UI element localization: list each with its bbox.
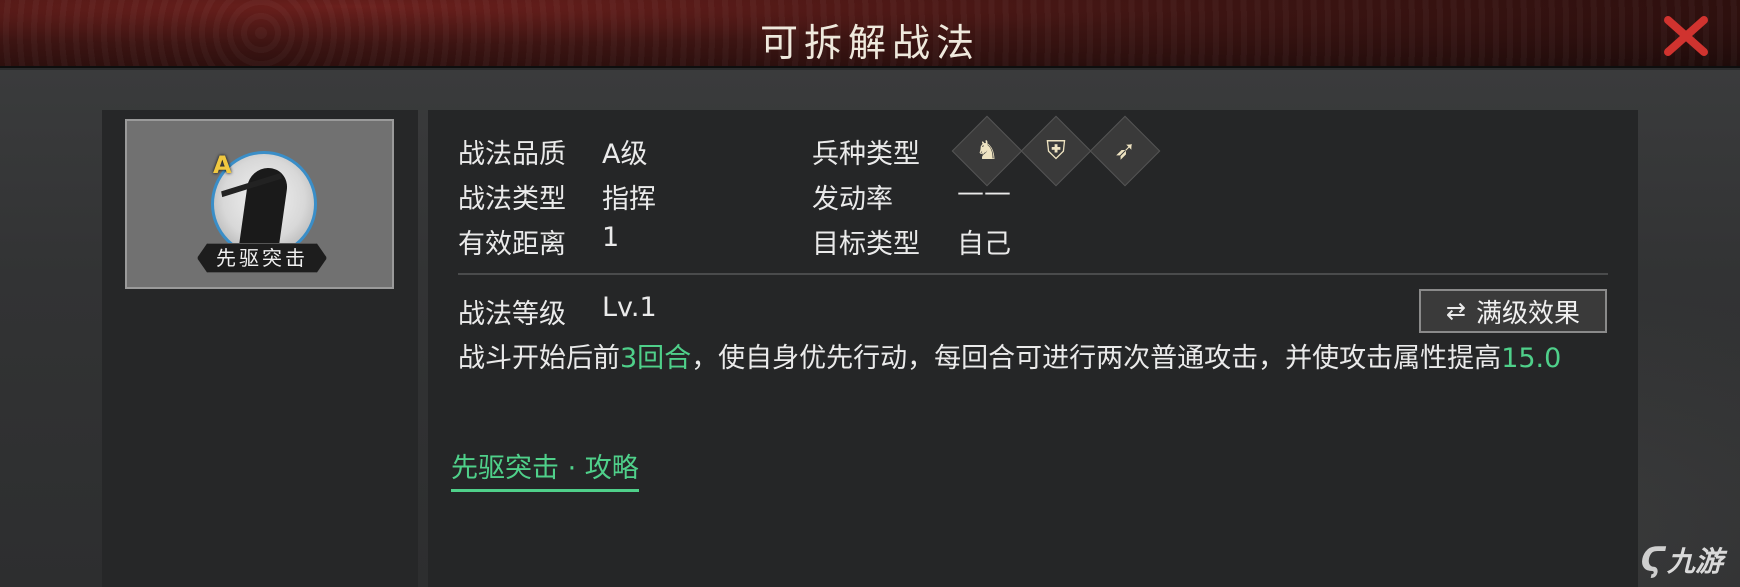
- skill-name-plate: 先驱突击: [197, 243, 327, 273]
- type-label: 战法类型: [458, 184, 566, 215]
- range-label: 有效距离: [458, 229, 566, 260]
- quality-label: 战法品质: [458, 139, 566, 170]
- watermark-text: 九游: [1666, 545, 1723, 578]
- watermark-logo: Ϛ 九游: [1640, 538, 1740, 582]
- shield-icon: ⛨: [1046, 135, 1066, 166]
- title-bar: 可拆解战法: [0, 0, 1740, 68]
- guide-link[interactable]: 先驱突击 · 攻略: [451, 446, 639, 492]
- level-value: Lv.1: [602, 292, 657, 323]
- divider: [458, 273, 1608, 275]
- target-type-value: 自己: [957, 229, 1011, 260]
- grade-badge: A: [213, 151, 232, 179]
- description-highlight-rounds: 3回合: [620, 343, 692, 374]
- range-value: 1: [602, 222, 620, 253]
- close-icon: [1664, 16, 1708, 56]
- close-button[interactable]: [1662, 14, 1710, 58]
- max-effect-label: 满级效果: [1476, 298, 1581, 329]
- cavalry-icon: ♞: [975, 136, 999, 166]
- swap-icon: ⇄: [1445, 297, 1467, 325]
- description-text-2: ，使自身优先行动，每回合可进行两次普通攻击，并使攻击属性提高: [691, 343, 1502, 374]
- page-title: 可拆解战法: [759, 21, 980, 65]
- skill-description: 战斗开始后前3回合，使自身优先行动，每回合可进行两次普通攻击，并使攻击属性提高1…: [458, 340, 1608, 378]
- bow-icon: ➶: [1114, 136, 1136, 166]
- skill-card[interactable]: A 先驱突击: [125, 119, 394, 289]
- troop-type-label: 兵种类型: [812, 139, 920, 170]
- warrior-figure-icon: [238, 168, 290, 252]
- description-highlight-value: 15.0: [1501, 343, 1562, 374]
- trigger-rate-label: 发动率: [812, 184, 893, 215]
- description-text: 战斗开始后前: [458, 343, 620, 374]
- trigger-rate-value: ——: [957, 177, 1011, 208]
- logo-icon: Ϛ: [1640, 540, 1665, 580]
- type-value: 指挥: [602, 184, 656, 215]
- level-label: 战法等级: [458, 299, 566, 330]
- quality-value: A级: [602, 139, 648, 170]
- target-type-label: 目标类型: [812, 229, 920, 260]
- max-effect-button[interactable]: ⇄ 满级效果: [1419, 289, 1607, 333]
